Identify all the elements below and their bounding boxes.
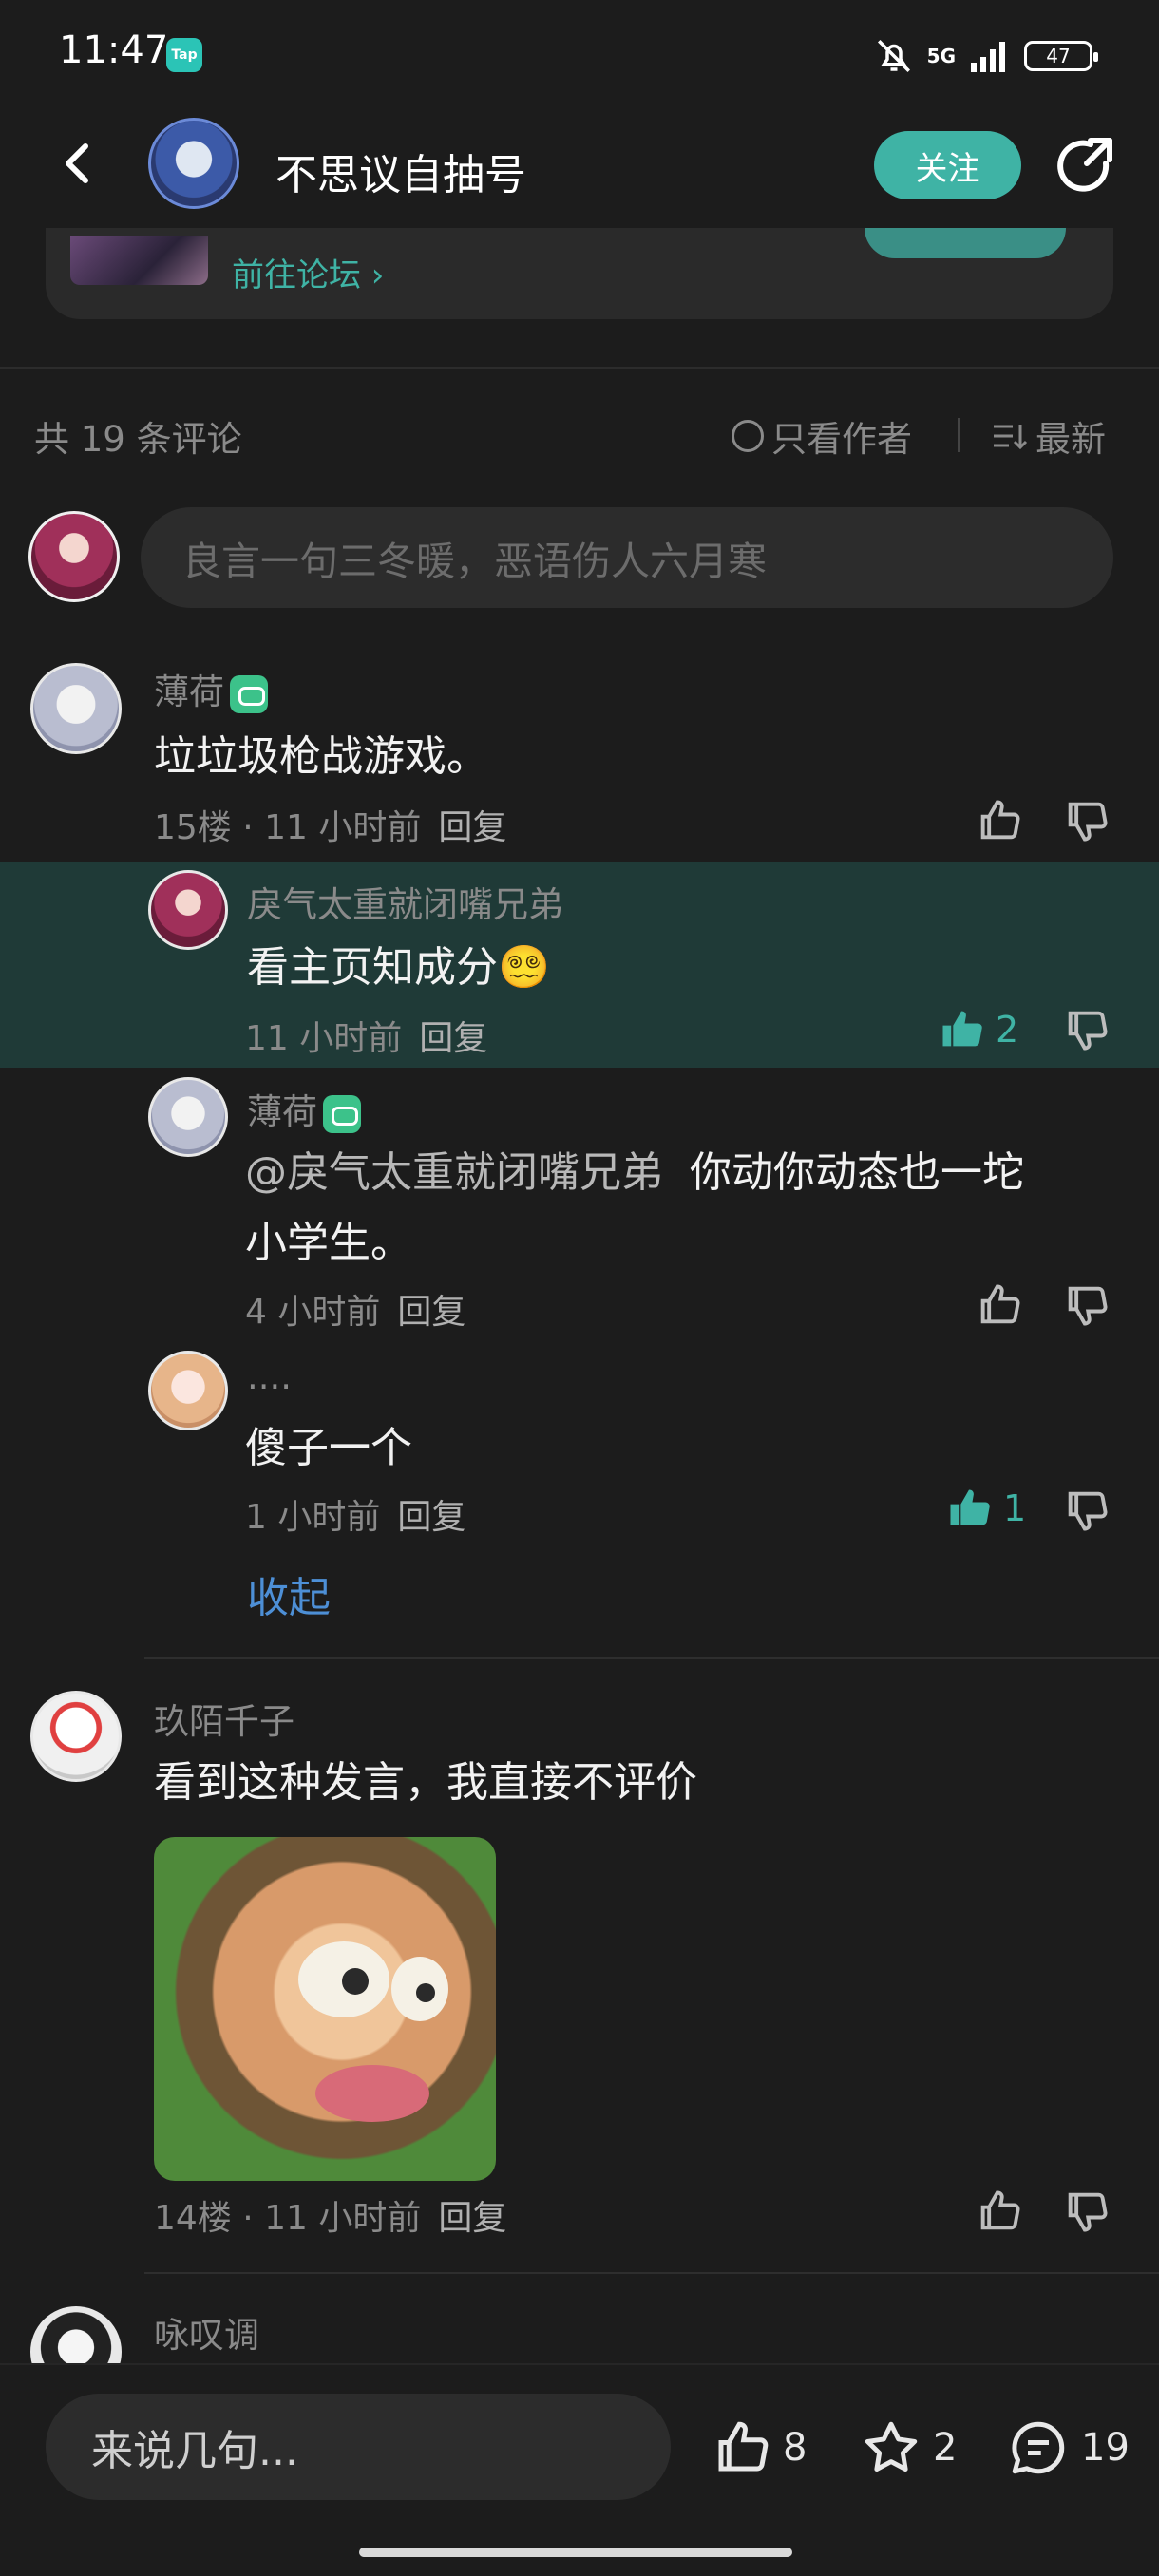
battery-level: 47	[1046, 45, 1071, 67]
comment-count: 共 19 条评论	[34, 419, 242, 460]
back-icon[interactable]	[49, 135, 106, 192]
dislike-icon[interactable]	[1062, 2187, 1112, 2236]
star-icon	[864, 2421, 918, 2472]
comment-divider	[144, 2272, 1159, 2274]
comment-input[interactable]: 良言一句三冬暖，恶语伤人六月寒	[141, 507, 1113, 608]
mention-link[interactable]: @戾气太重就闭嘴兄弟	[245, 1148, 663, 1197]
reply-meta: 11 小时前 回复	[245, 1011, 487, 1060]
go-to-forum-link[interactable]: 前往论坛 ›	[232, 249, 384, 295]
gamepad-badge-icon	[323, 1094, 361, 1133]
post-comment-count: 19	[1081, 2426, 1130, 2470]
sort-toggle[interactable]: 最新	[990, 410, 1106, 462]
comment-meta: 15楼 · 11 小时前 回复	[154, 808, 507, 847]
time-label: 1 小时前	[245, 1498, 381, 1537]
gamepad-badge-icon	[230, 674, 268, 713]
reply-meta: 1 小时前 回复	[245, 1489, 466, 1539]
dislike-icon[interactable]	[1062, 1005, 1112, 1054]
reply-user-name[interactable]: 戾气太重就闭嘴兄弟	[247, 876, 563, 927]
post-favorite-count: 2	[933, 2426, 958, 2470]
dislike-icon[interactable]	[1062, 1280, 1112, 1330]
network-label: 5G	[926, 45, 956, 67]
dislike-icon[interactable]	[1062, 1486, 1112, 1535]
post-favorite-button[interactable]: 2	[859, 2416, 957, 2479]
commenter-name-text: 薄荷	[154, 672, 224, 712]
time-label: 11 小时前	[245, 1019, 403, 1058]
reply-user-name[interactable]: 薄荷	[247, 1083, 361, 1134]
reply-meta: 4 小时前 回复	[245, 1284, 466, 1334]
reply-text: 傻子一个	[245, 1424, 412, 1472]
reply-button[interactable]: 回复	[397, 1498, 466, 1537]
reply-button[interactable]: 回复	[397, 1293, 466, 1332]
reply-button[interactable]: 回复	[438, 808, 506, 847]
reply-text-line1: 你动你动态也一坨	[689, 1148, 1024, 1197]
reply-button[interactable]: 回复	[438, 2199, 506, 2238]
post-like-count: 8	[783, 2426, 808, 2470]
post-like-button[interactable]: 8	[711, 2416, 807, 2479]
like-button-active[interactable]: 1	[944, 1484, 1026, 1533]
time-label: 11 小时前	[264, 2199, 422, 2238]
sort-icon	[994, 425, 1028, 450]
like-count: 1	[1003, 1487, 1027, 1529]
commenter-name[interactable]: 咏叹调	[154, 2306, 259, 2358]
like-icon[interactable]	[975, 796, 1024, 845]
my-avatar	[28, 511, 120, 602]
author-avatar[interactable]	[148, 118, 239, 209]
reply-avatar[interactable]	[148, 1077, 228, 1157]
collapse-replies-link[interactable]: 收起	[247, 1563, 331, 1624]
post-comment-button[interactable]: 19	[1005, 2416, 1130, 2479]
commenter-avatar[interactable]	[30, 663, 122, 754]
reply-text: @戾气太重就闭嘴兄弟 你动你动态也一坨 小学生。	[245, 1138, 1119, 1279]
only-author-toggle[interactable]: 只看作者	[732, 410, 912, 462]
author-name[interactable]: 不思议自抽号	[276, 141, 526, 201]
say-something-input[interactable]: 来说几句...	[46, 2394, 671, 2500]
follow-button[interactable]: 关注	[874, 131, 1021, 199]
mute-bell-icon	[877, 40, 910, 72]
like-filled-icon	[950, 1489, 990, 1525]
share-icon[interactable]	[1053, 135, 1117, 199]
comment-image[interactable]	[154, 1837, 496, 2181]
like-icon[interactable]	[975, 2187, 1024, 2236]
commenter-name[interactable]: 玖陌千子	[154, 1693, 294, 1744]
like-icon	[718, 2421, 769, 2472]
comment-bubble-icon	[1012, 2421, 1065, 2474]
sort-label: 最新	[1036, 419, 1106, 460]
only-author-label: 只看作者	[771, 419, 912, 460]
status-icons: 5G 47	[874, 34, 1098, 78]
section-divider	[0, 367, 1159, 369]
time-label: 4 小时前	[245, 1293, 381, 1332]
reply-user-name[interactable]: ....	[247, 1356, 292, 1397]
reply-user-name-text: 薄荷	[247, 1091, 317, 1132]
comment-divider	[144, 1657, 1159, 1659]
forum-thumbnail	[70, 236, 208, 285]
tap-app-icon: Tap	[166, 38, 202, 72]
signal-icon	[971, 42, 1005, 72]
like-button-active[interactable]: 2	[937, 1005, 1018, 1054]
dislike-icon[interactable]	[1062, 796, 1112, 845]
radio-circle-icon	[732, 420, 764, 452]
reply-avatar[interactable]	[148, 870, 228, 950]
reply-avatar[interactable]	[148, 1351, 228, 1430]
commenter-avatar[interactable]	[30, 1691, 122, 1782]
battery-icon: 47	[1024, 41, 1098, 71]
time-label: 11 小时前	[264, 808, 422, 847]
home-indicator[interactable]	[359, 2548, 792, 2557]
floor-label: 15楼	[154, 808, 232, 847]
comment-meta: 14楼 · 11 小时前 回复	[154, 2199, 507, 2238]
header-separator	[958, 418, 960, 452]
reply-button[interactable]: 回复	[419, 1019, 487, 1058]
forum-button[interactable]	[864, 228, 1066, 258]
commenter-name[interactable]: 薄荷	[154, 663, 268, 714]
comment-text: 垃垃圾枪战游戏。	[154, 732, 488, 781]
floor-label: 14楼	[154, 2199, 232, 2238]
reply-text: 看主页知成分😵‍💫	[247, 943, 550, 992]
status-time: 11:47	[59, 28, 169, 72]
reply-text-line2: 小学生。	[245, 1219, 412, 1267]
like-icon[interactable]	[975, 1280, 1024, 1330]
like-filled-icon	[942, 1011, 982, 1047]
comment-text: 看到这种发言，我直接不评价	[154, 1758, 697, 1807]
meme-face-icon	[298, 1941, 448, 2122]
like-count: 2	[996, 1009, 1019, 1051]
